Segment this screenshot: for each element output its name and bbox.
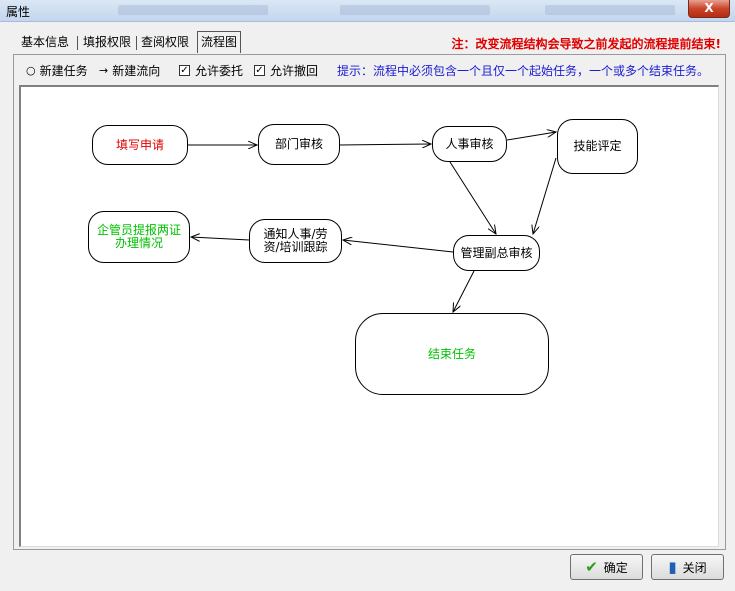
node-dept-review-label: 部门审核	[274, 137, 323, 151]
node-notify-hr[interactable]: 通知人事/劳 资/培训跟踪	[249, 219, 342, 263]
title-bar-reflection	[118, 5, 268, 15]
flow-hint: 提示：流程中必须包含一个且仅一个起始任务，一个或多个结束任务。	[337, 64, 710, 78]
structure-change-warning: 注：改变流程结构会导致之前发起的流程提前结束!	[451, 37, 721, 51]
arrow-right-icon: →	[99, 64, 109, 77]
allow-delegate-label: 允许委托	[195, 64, 244, 78]
title-bar-reflection	[340, 5, 490, 15]
tab-fill-permission[interactable]: 填报权限	[80, 33, 134, 52]
new-task-label: 新建任务	[39, 64, 88, 78]
node-end-task[interactable]: 结束任务	[355, 313, 549, 395]
tab-separator	[77, 36, 78, 50]
node-fill-application-label: 填写申请	[115, 137, 164, 152]
node-vp-review[interactable]: 管理副总审核	[453, 235, 540, 271]
node-end-task-label: 结束任务	[427, 346, 476, 361]
node-skill-assessment-label: 技能评定	[573, 139, 622, 153]
circle-icon: ○	[26, 64, 36, 77]
tab-view-permission[interactable]: 查阅权限	[138, 33, 192, 52]
ok-button-label: 确定	[603, 560, 628, 575]
title-bar-reflection	[545, 5, 675, 15]
tab-separator	[136, 36, 137, 50]
exit-door-icon: ▮	[668, 558, 677, 576]
allow-withdraw-checkbox[interactable]: ✓ 允许撤回	[254, 62, 318, 79]
node-fill-application[interactable]: 填写申请	[92, 125, 188, 165]
node-hr-review-label: 人事审核	[445, 136, 494, 151]
ok-button[interactable]: ✔ 确定	[570, 554, 643, 580]
close-button[interactable]: ▮ 关闭	[651, 554, 724, 580]
allow-withdraw-label: 允许撤回	[270, 64, 319, 78]
allow-delegate-checkmark: ✓	[179, 65, 190, 76]
node-hr-review[interactable]: 人事审核	[432, 126, 507, 162]
new-flow-tool[interactable]: → 新建流向	[99, 62, 160, 79]
new-flow-label: 新建流向	[112, 64, 161, 78]
checkmark-icon: ✔	[585, 558, 598, 576]
new-task-tool[interactable]: ○ 新建任务	[26, 62, 88, 79]
title-bar: 属性 X	[0, 0, 735, 22]
node-vp-review-label: 管理副总审核	[460, 245, 533, 260]
window-title: 属性	[6, 5, 31, 19]
node-notify-hr-line2: 资/培训跟踪	[263, 240, 328, 254]
node-cert-report[interactable]: 企管员提报两证 办理情况	[88, 211, 190, 263]
allow-delegate-checkbox[interactable]: ✓ 允许委托	[179, 62, 243, 79]
close-button-label: 关闭	[682, 560, 707, 575]
node-cert-report-line2: 办理情况	[114, 236, 163, 250]
tab-flowchart[interactable]: 流程图	[197, 31, 242, 53]
tab-basic-info[interactable]: 基本信息	[18, 33, 72, 52]
node-skill-assessment[interactable]: 技能评定	[557, 119, 638, 174]
close-window-button[interactable]: X	[688, 0, 730, 18]
allow-withdraw-checkmark: ✓	[254, 65, 265, 76]
node-dept-review[interactable]: 部门审核	[258, 124, 340, 165]
